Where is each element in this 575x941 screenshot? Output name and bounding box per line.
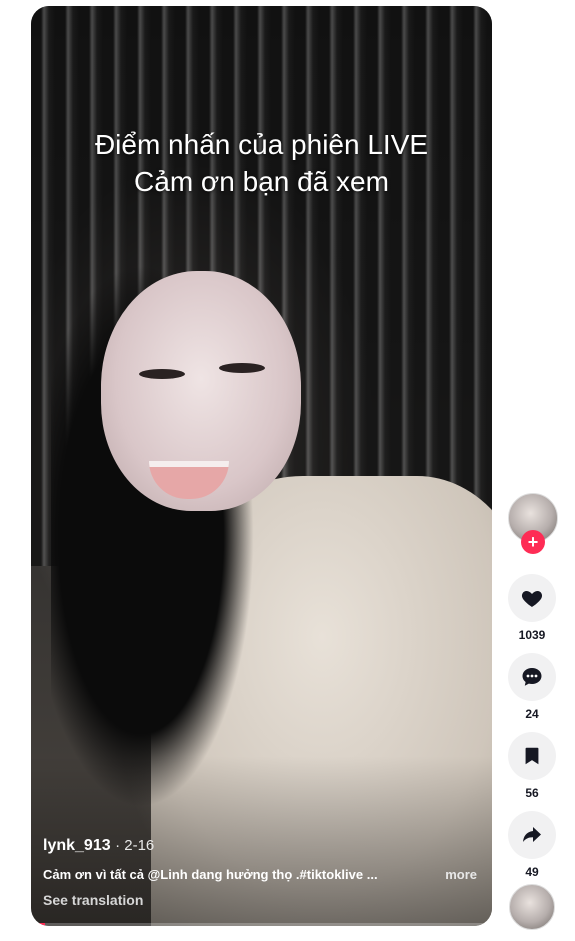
overlay-text-line-1: Điểm nhấn của phiên LIVE xyxy=(94,129,429,160)
share-action[interactable]: 49 xyxy=(508,811,556,879)
comment-bubble-icon xyxy=(522,668,542,686)
plus-icon: + xyxy=(527,532,539,552)
save-action[interactable]: 56 xyxy=(508,732,556,800)
creator-avatar[interactable]: + xyxy=(508,493,558,554)
more-button[interactable]: more xyxy=(445,867,483,882)
comment-button[interactable] xyxy=(508,653,556,701)
share-button[interactable] xyxy=(508,811,556,859)
comment-count: 24 xyxy=(525,707,539,721)
author-row: lynk_913 · 2-16 xyxy=(43,837,483,855)
see-translation-link[interactable]: See translation xyxy=(43,892,483,908)
like-button[interactable] xyxy=(508,574,556,622)
description-row: Cảm ơn vì tất cả @Linh dang hưởng thọ .#… xyxy=(43,867,483,882)
follow-button[interactable]: + xyxy=(521,530,545,554)
save-count: 56 xyxy=(525,786,539,800)
post-date: 2-16 xyxy=(124,837,155,854)
sound-disc-avatar[interactable] xyxy=(509,884,555,930)
like-count: 1039 xyxy=(518,628,546,642)
bookmark-icon xyxy=(525,747,539,765)
save-button[interactable] xyxy=(508,732,556,780)
video-progress-fill xyxy=(31,923,45,926)
date-separator: · xyxy=(115,837,121,854)
video-meta: lynk_913 · 2-16 Cảm ơn vì tất cả @Linh d… xyxy=(43,837,483,908)
comment-action[interactable]: 24 xyxy=(508,653,556,721)
video-player[interactable]: Điểm nhấn của phiên LIVE Cảm ơn bạn đã x… xyxy=(31,6,492,926)
overlay-text-line-2: Cảm ơn bạn đã xem xyxy=(134,166,389,197)
author-name[interactable]: lynk_913 xyxy=(43,837,111,854)
video-description: Cảm ơn vì tất cả @Linh dang hưởng thọ .#… xyxy=(43,867,378,882)
action-bar: + 1039 24 56 49 xyxy=(508,493,558,879)
video-progress-bar[interactable] xyxy=(31,923,492,926)
like-action[interactable]: 1039 xyxy=(508,574,556,642)
heart-icon xyxy=(521,591,543,607)
share-arrow-icon xyxy=(523,827,541,842)
share-count: 49 xyxy=(525,865,539,879)
